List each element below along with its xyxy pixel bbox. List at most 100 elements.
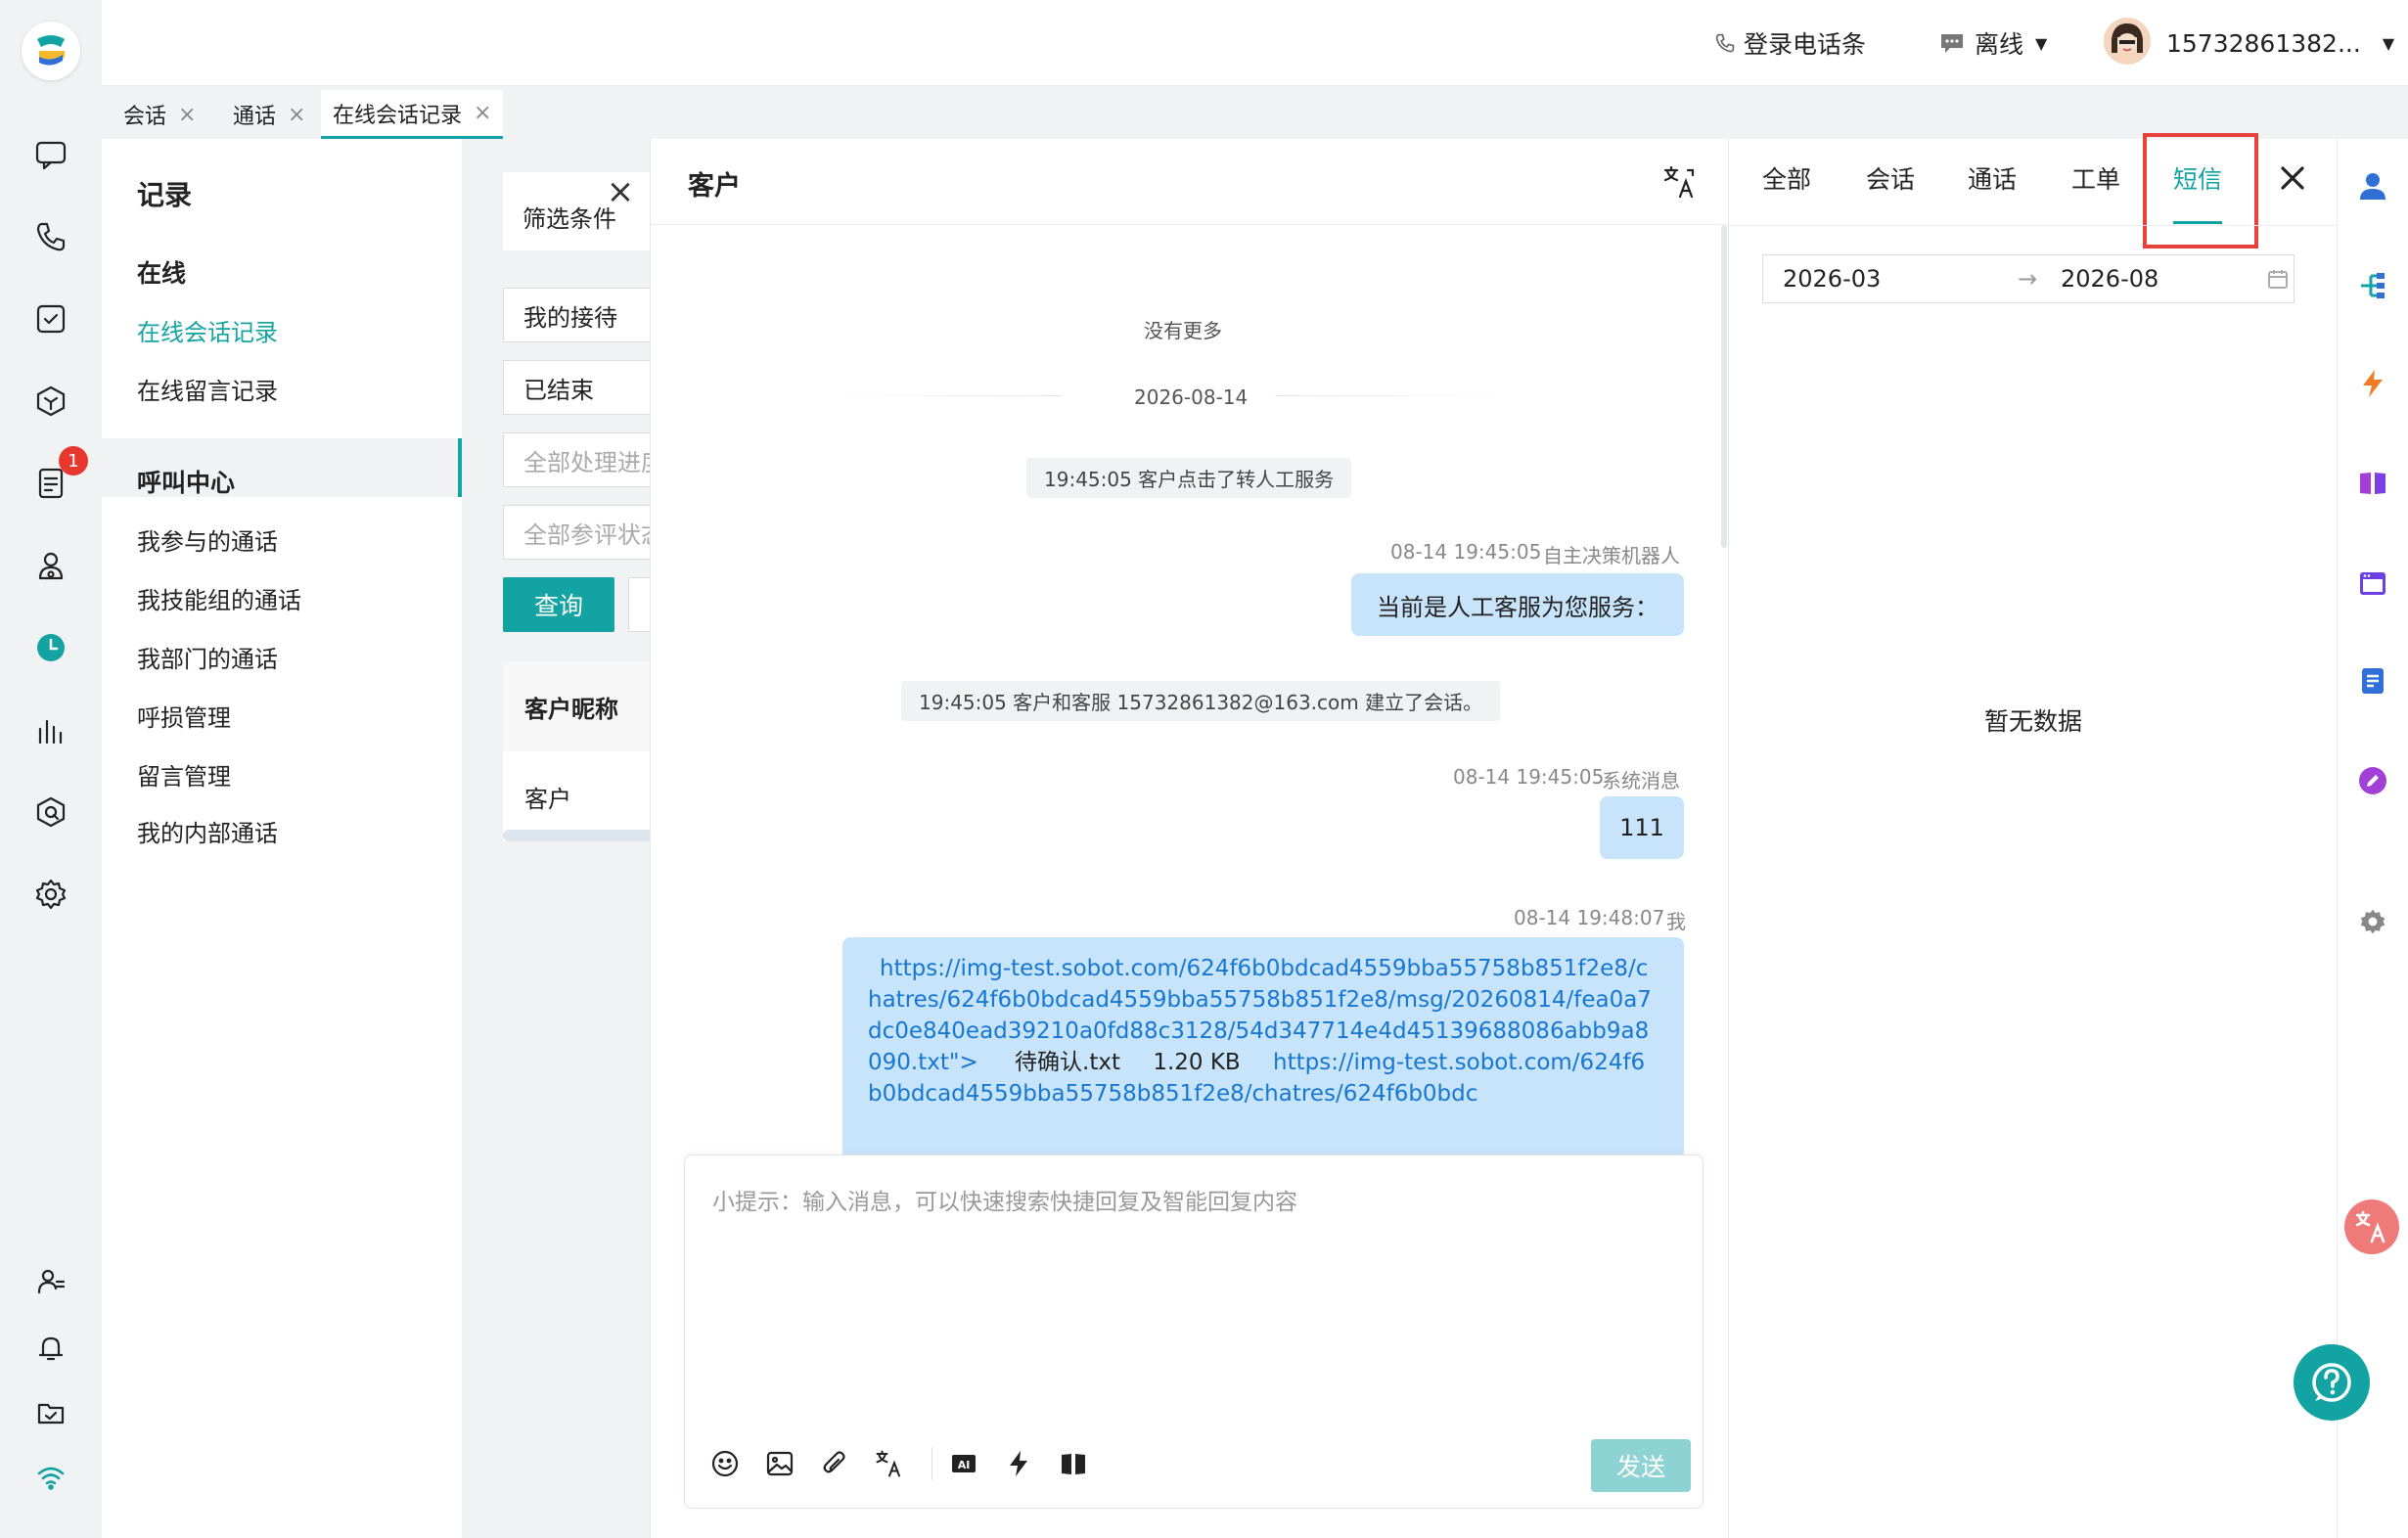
attachment-icon[interactable]	[818, 1447, 851, 1480]
close-icon[interactable]: ×	[474, 101, 491, 125]
customer-info-icon[interactable]	[2353, 166, 2392, 205]
user-name: 15732861382...	[2166, 28, 2361, 58]
statistics-icon[interactable]	[29, 708, 72, 751]
status-label: 离线	[1975, 30, 2024, 59]
filter-panel: 筛选条件 × 我的接待 已结束 全部处理进度 全部参评状态 查询 客户昵称 客户	[462, 139, 656, 1538]
message-input[interactable]: 小提示：输入消息，可以快速搜索快捷回复及智能回复内容	[712, 1183, 1297, 1216]
message-time: 08-14 19:48:07	[1514, 906, 1665, 929]
tab-sessions[interactable]: 会话	[1866, 160, 1915, 196]
table-row[interactable]: 客户	[503, 751, 656, 841]
message-bubble-file: https://img-test.sobot.com/624f6b0bdcad4…	[842, 937, 1684, 1168]
tab-tickets[interactable]: 工单	[2071, 160, 2120, 196]
message-sender: 自主决策机器人	[1543, 544, 1680, 567]
message-sender: 我	[1666, 910, 1686, 933]
date-divider: 2026-08-14	[1134, 385, 1249, 409]
no-more-text: 没有更多	[1144, 319, 1222, 342]
reception-select[interactable]: 我的接待	[503, 288, 656, 342]
nav-group-online: 在线	[137, 259, 187, 288]
progress-select[interactable]: 全部处理进度	[503, 432, 656, 487]
table-scrollbar[interactable]	[503, 830, 656, 841]
edit-pen-icon[interactable]	[2353, 761, 2392, 800]
chat-scrollbar[interactable]	[1721, 225, 1727, 548]
nav-item-online-sessions[interactable]: 在线会话记录	[137, 313, 278, 347]
file-link[interactable]: https://img-test.sobot.com/624f6b0bdcad4…	[868, 1050, 1645, 1107]
status-dropdown[interactable]: 离线 ▼	[1939, 25, 2047, 61]
record-clock-icon[interactable]	[29, 626, 72, 669]
document-icon[interactable]	[2353, 661, 2392, 701]
cube-icon[interactable]	[29, 380, 72, 423]
nav-item-internal-calls[interactable]: 我的内部通话	[137, 814, 278, 848]
user-menu[interactable]: 15732861382... ▼	[2166, 25, 2394, 61]
range-arrow-icon: →	[2018, 265, 2038, 293]
caret-down-icon: ▼	[2035, 33, 2048, 53]
tab-label: 会话	[123, 105, 167, 129]
close-filter-icon[interactable]: ×	[601, 172, 640, 211]
rating-select[interactable]: 全部参评状态	[503, 505, 656, 560]
monitor-icon[interactable]	[29, 791, 72, 834]
image-icon[interactable]	[763, 1447, 796, 1480]
phone-icon[interactable]	[29, 215, 72, 258]
user-status-icon[interactable]	[29, 1260, 72, 1303]
conversation-header: 客户	[651, 139, 1729, 225]
customer-icon[interactable]	[29, 544, 72, 587]
window-icon[interactable]	[2353, 564, 2392, 603]
close-icon[interactable]: ×	[288, 103, 305, 127]
conversation-title: 客户	[688, 171, 741, 202]
translate-icon[interactable]	[873, 1447, 906, 1480]
nav-item-call-loss[interactable]: 呼损管理	[137, 699, 231, 733]
close-panel-icon[interactable]	[2273, 158, 2312, 198]
message-bubble-bot: 当前是人工客服为您服务：	[1351, 573, 1684, 636]
empty-state: 暂无数据	[1983, 707, 2082, 736]
nav-group-call-center: 呼叫中心	[137, 469, 236, 497]
message-bubble-system: 111	[1600, 796, 1684, 859]
phone-icon	[1714, 32, 1736, 54]
calendar-icon[interactable]	[2266, 267, 2290, 291]
divider-line	[827, 395, 1062, 396]
nav-item-my-calls[interactable]: 我参与的通话	[137, 522, 278, 557]
history-panel: 全部 会话 通话 工单 短信 2026-03 → 2026-08 暂无数据	[1728, 133, 2338, 1538]
avatar[interactable]	[2104, 18, 2151, 65]
date-end[interactable]: 2026-08	[2061, 265, 2266, 293]
tab-online-records[interactable]: 在线会话记录 ×	[321, 90, 504, 139]
quick-reply-icon[interactable]	[1002, 1447, 1035, 1480]
nav-item-voicemail[interactable]: 留言管理	[137, 757, 231, 792]
nav-item-online-messages[interactable]: 在线留言记录	[137, 372, 278, 406]
ai-icon[interactable]: AI	[947, 1447, 980, 1480]
phone-bar-login[interactable]: 登录电话条	[1714, 25, 1866, 61]
task-check-icon[interactable]	[29, 297, 72, 340]
toolbar-divider	[931, 1447, 932, 1480]
system-event-transfer: 19:45:05 客户点击了转人工服务	[1026, 458, 1352, 498]
send-button[interactable]: 发送	[1591, 1439, 1691, 1492]
tab-all[interactable]: 全部	[1762, 160, 1811, 196]
emoji-icon[interactable]	[708, 1447, 742, 1480]
folder-check-icon[interactable]	[29, 1391, 72, 1434]
knowledge-book-icon[interactable]	[1057, 1447, 1090, 1480]
help-fab-icon[interactable]	[2294, 1344, 2370, 1421]
tree-structure-icon[interactable]	[2353, 266, 2392, 305]
tab-label: 在线会话记录	[333, 103, 463, 128]
tab-calls[interactable]: 通话	[1968, 160, 2017, 196]
nav-item-skill-calls[interactable]: 我技能组的通话	[137, 581, 301, 615]
phone-bar-label: 登录电话条	[1744, 30, 1867, 59]
date-range-picker[interactable]: 2026-03 → 2026-08	[1762, 254, 2294, 303]
tab-chat[interactable]: 会话 ×	[112, 90, 207, 139]
state-select[interactable]: 已结束	[503, 360, 656, 415]
lightning-icon[interactable]	[2353, 364, 2392, 403]
tab-call[interactable]: 通话 ×	[221, 90, 317, 139]
settings-icon[interactable]	[29, 873, 72, 916]
knowledge-book-icon[interactable]	[2353, 464, 2392, 503]
bell-icon[interactable]	[29, 1327, 72, 1370]
message-composer: 小提示：输入消息，可以快速搜索快捷回复及智能回复内容 AI 发送	[684, 1154, 1704, 1509]
close-icon[interactable]: ×	[178, 103, 196, 127]
query-button[interactable]: 查询	[503, 577, 614, 632]
app-logo	[22, 22, 80, 80]
system-event-session: 19:45:05 客户和客服 15732861382@163.com 建立了会话…	[901, 681, 1501, 721]
settings-icon[interactable]	[2353, 902, 2392, 941]
right-rail	[2337, 139, 2408, 1538]
chat-icon[interactable]	[29, 133, 72, 176]
nav-item-dept-calls[interactable]: 我部门的通话	[137, 640, 278, 674]
file-size: 1.20 KB	[1153, 1050, 1241, 1075]
date-start[interactable]: 2026-03	[1783, 265, 1998, 293]
translate-fab-icon[interactable]	[2344, 1199, 2399, 1254]
translate-icon[interactable]	[1662, 164, 1698, 200]
